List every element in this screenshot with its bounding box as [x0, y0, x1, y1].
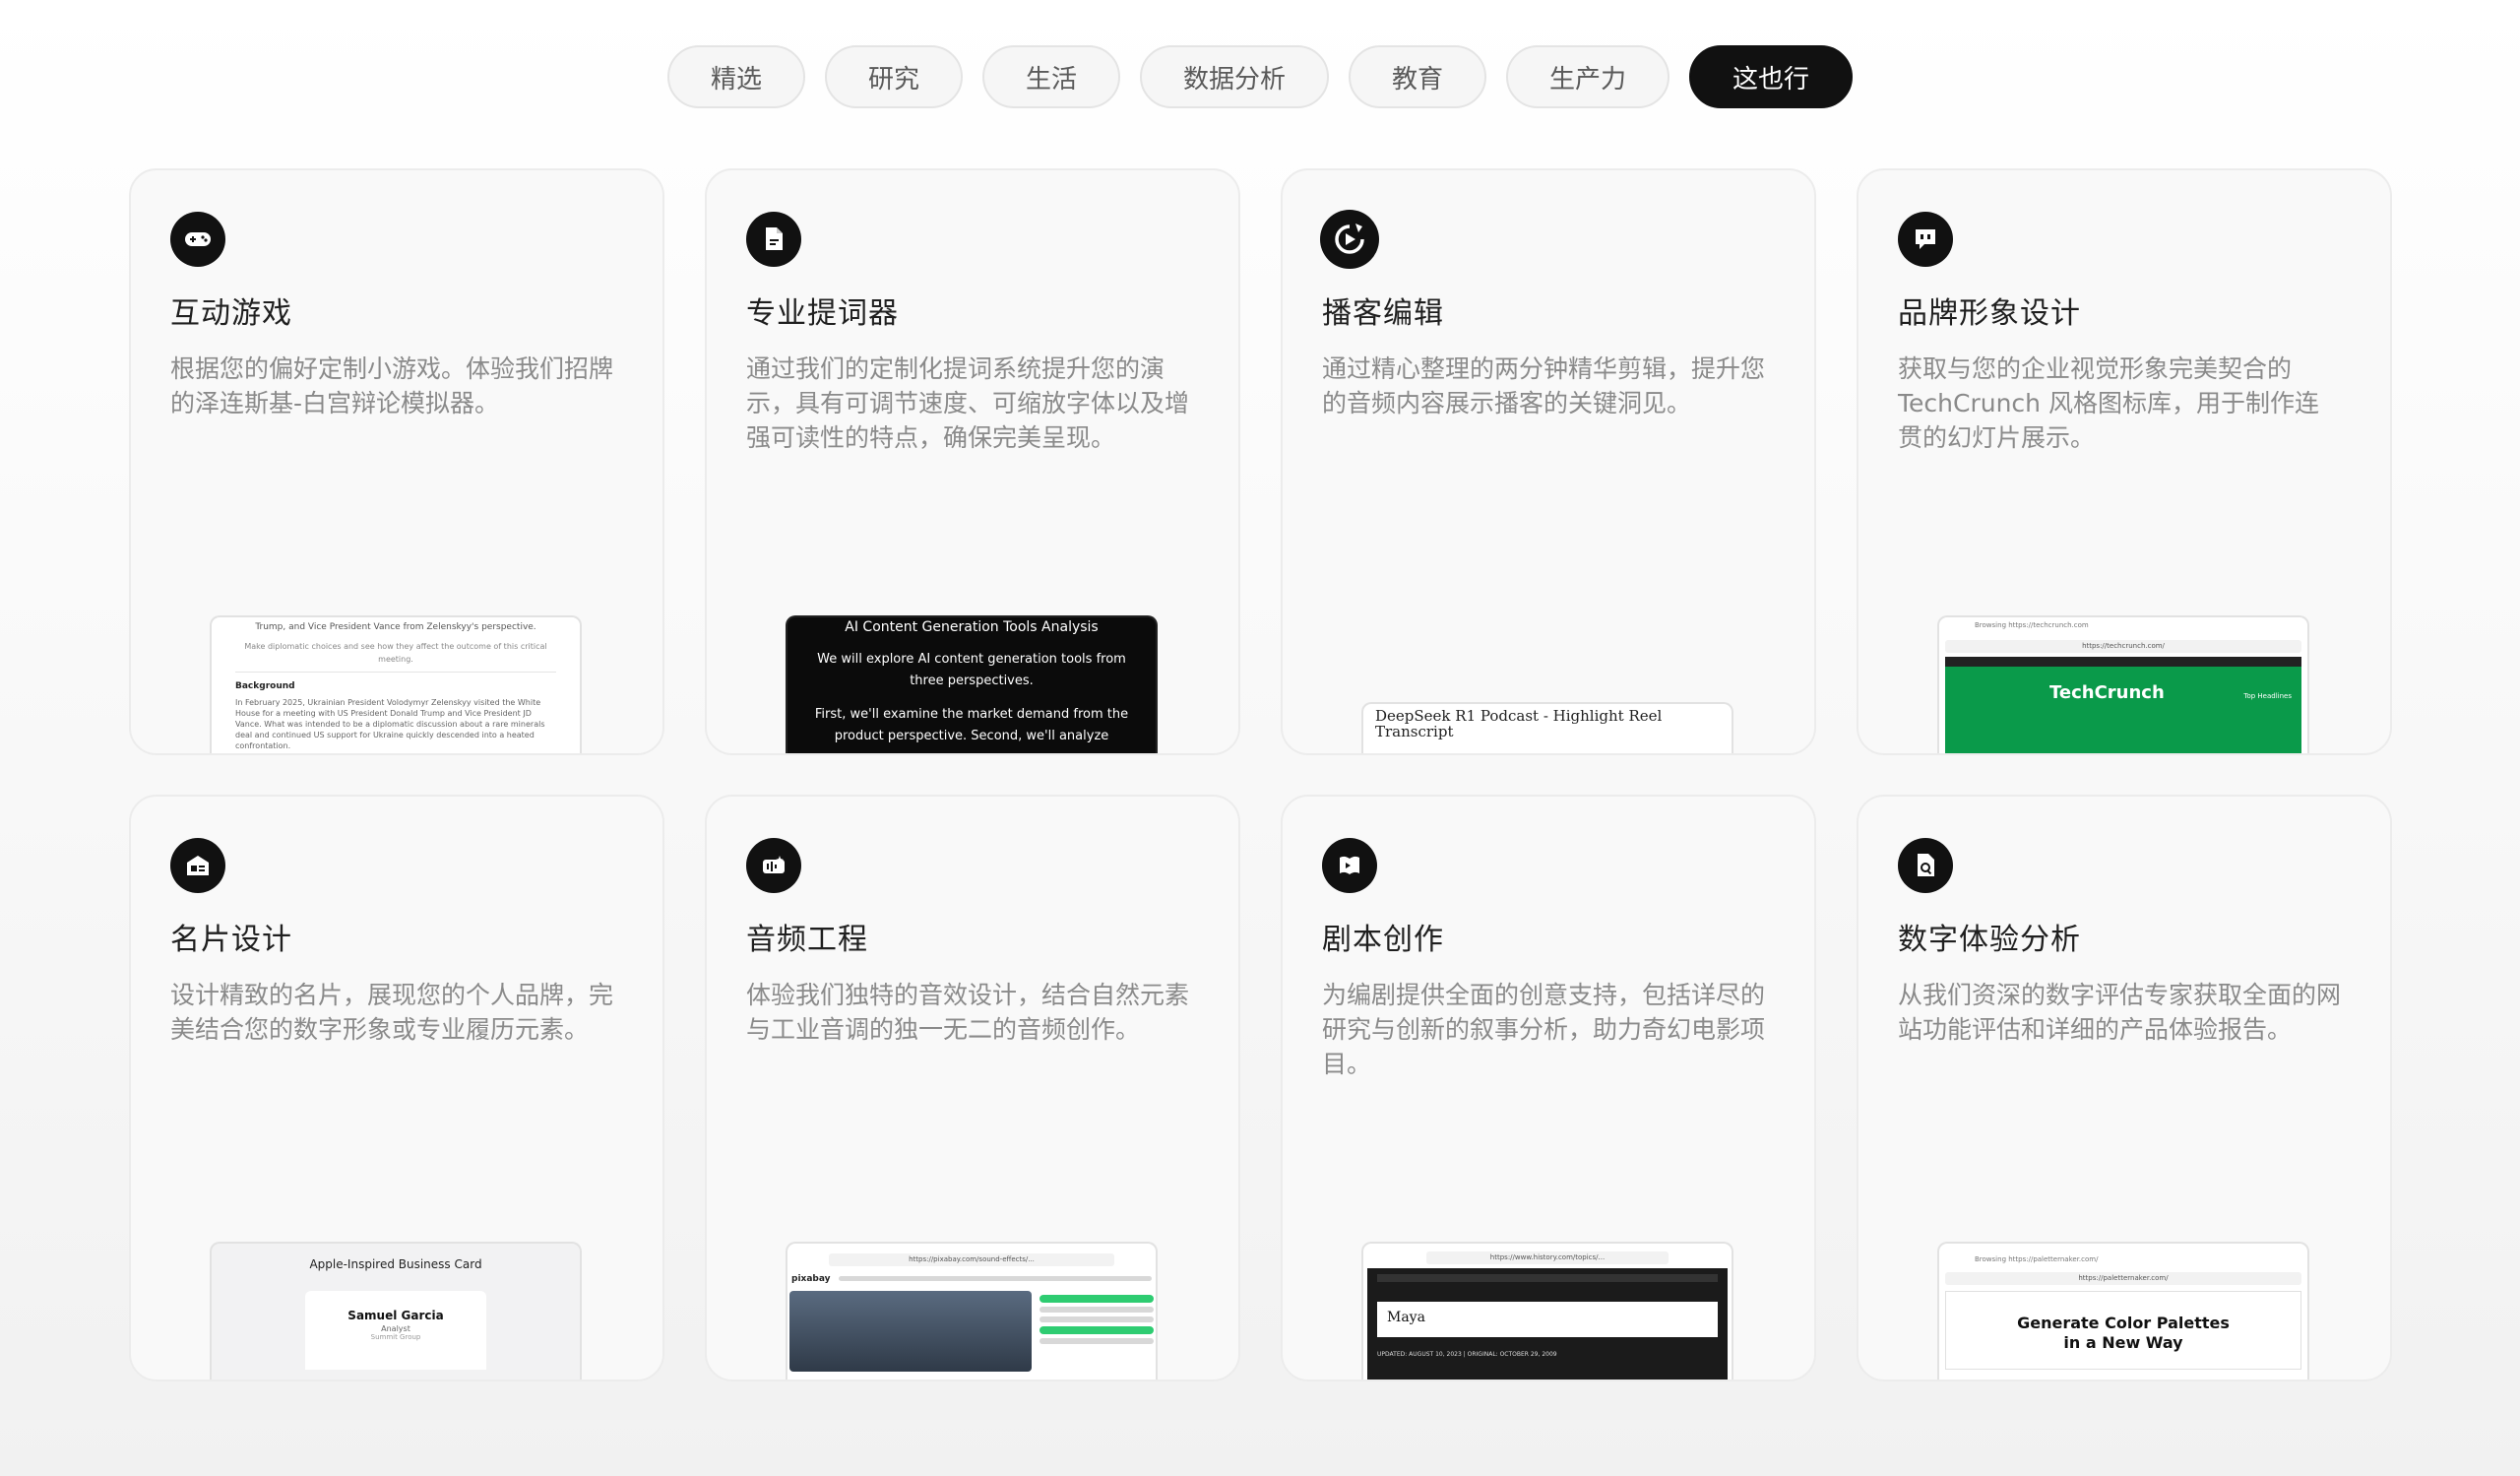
gamepad-icon [170, 212, 225, 267]
card-business-card[interactable]: 名片设计 设计精致的名片，展现您的个人品牌，完美结合您的数字形象或专业履历元素。… [129, 795, 664, 1381]
preview-title: AI Content Generation Tools Analysis [845, 619, 1099, 635]
card-description: 为编剧提供全面的创意支持，包括详尽的研究与创新的叙事分析，助力奇幻电影项目。 [1322, 981, 1766, 1078]
card-description: 获取与您的企业视觉形象完美契合的TechCrunch 风格图标库，用于制作连贯的… [1898, 354, 2319, 452]
card-preview-image: https://www.history.com/topics/... Maya … [1361, 1242, 1733, 1380]
preview-browsing: Browsing https://techcrunch.com [1975, 621, 2089, 629]
card-title: 互动游戏 [170, 296, 292, 331]
preview-paragraph: We will explore AI content generation to… [817, 652, 1126, 688]
card-title: 音频工程 [746, 923, 868, 957]
preview-body: In February 2025, Ukrainian President Vo… [235, 698, 545, 750]
card-description: 通过精心整理的两分钟精华剪辑，提升您的音频内容展示播客的关键洞见。 [1322, 354, 1766, 417]
preview-line: Trump, and Vice President Vance from Zel… [255, 622, 536, 632]
preview-meta: UPDATED: AUGUST 10, 2023 | ORIGINAL: OCT… [1377, 1351, 1557, 1358]
card-title: 播客编辑 [1322, 296, 1444, 331]
card-preview-image: Trump, and Vice President Vance from Zel… [210, 615, 582, 753]
preview-url: https://techcrunch.com/ [1945, 640, 2301, 653]
preview-logo: TechCrunch [2049, 682, 2165, 703]
card-title: 名片设计 [170, 923, 292, 957]
document-pen-icon [746, 212, 801, 267]
preview-paragraph: First, we'll examine the market demand f… [814, 707, 1129, 743]
preview-name: Samuel Garcia [347, 1309, 444, 1322]
card-description: 体验我们独特的音效设计，结合自然元素与工业音调的独一无二的音频创作。 [746, 981, 1190, 1044]
script-book-icon [1322, 838, 1377, 893]
preview-heading: Background [235, 681, 295, 691]
refresh-play-icon [1320, 210, 1379, 269]
preview-side: Top Headlines [2243, 692, 2292, 700]
card-interactive-game[interactable]: 互动游戏 根据您的偏好定制小游戏。体验我们招牌的泽连斯基-白宫辩论模拟器。 Tr… [129, 168, 664, 755]
card-preview-image: DeepSeek R1 Podcast - Highlight Reel Tra… [1361, 702, 1733, 753]
card-preview-image: AI Content Generation Tools Analysis We … [786, 615, 1158, 753]
card-preview-image: Apple-Inspired Business Card Samuel Garc… [210, 1242, 582, 1380]
preview-name: Maya [1377, 1302, 1718, 1337]
preview-url: https://pixabay.com/sound-effects/... [829, 1253, 1114, 1266]
card-title: 品牌形象设计 [1898, 296, 2081, 331]
preview-logo: pixabay [791, 1273, 831, 1284]
preview-url: https://www.history.com/topics/... [1426, 1251, 1669, 1264]
card-title: 数字体验分析 [1898, 923, 2081, 957]
chat-brand-icon [1898, 212, 1953, 267]
preview-headline: in a New Way [2063, 1333, 2183, 1352]
preview-headline: Generate Color Palettes [2017, 1314, 2230, 1332]
tab-data-analysis[interactable]: 数据分析 [1139, 45, 1329, 108]
card-teleprompter[interactable]: 专业提词器 通过我们的定制化提词系统提升您的演示，具有可调节速度、可缩放字体以及… [705, 168, 1240, 755]
tab-research[interactable]: 研究 [824, 45, 963, 108]
category-tabs: 精选 研究 生活 数据分析 教育 生产力 这也行 [0, 45, 2520, 108]
preview-url: https://paletternaker.com/ [1945, 1272, 2301, 1285]
card-description: 从我们资深的数字评估专家获取全面的网站功能评估和详细的产品体验报告。 [1898, 981, 2342, 1044]
card-description: 设计精致的名片，展现您的个人品牌，完美结合您的数字形象或专业履历元素。 [170, 981, 614, 1044]
preview-browsing: Browsing https://paletternaker.com/ [1975, 1255, 2099, 1263]
card-screenwriting[interactable]: 剧本创作 为编剧提供全面的创意支持，包括详尽的研究与创新的叙事分析，助力奇幻电影… [1281, 795, 1816, 1381]
business-card-icon [170, 838, 225, 893]
card-title: 剧本创作 [1322, 923, 1444, 957]
preview-org: Summit Group [370, 1333, 421, 1341]
tab-productivity[interactable]: 生产力 [1506, 45, 1670, 108]
preview-title: DeepSeek R1 Podcast - Highlight Reel Tra… [1375, 707, 1663, 740]
tab-this-works-too[interactable]: 这也行 [1689, 45, 1854, 108]
tab-education[interactable]: 教育 [1349, 45, 1487, 108]
card-audio-engineering[interactable]: 音频工程 体验我们独特的音效设计，结合自然元素与工业音调的独一无二的音频创作。 … [705, 795, 1240, 1381]
card-digital-experience-analysis[interactable]: 数字体验分析 从我们资深的数字评估专家获取全面的网站功能评估和详细的产品体验报告… [1857, 795, 2392, 1381]
use-case-grid: 互动游戏 根据您的偏好定制小游戏。体验我们招牌的泽连斯基-白宫辩论模拟器。 Tr… [129, 168, 2392, 1381]
preview-role: Analyst [381, 1324, 410, 1333]
card-description: 通过我们的定制化提词系统提升您的演示，具有可调节速度、可缩放字体以及增强可读性的… [746, 354, 1190, 452]
card-podcast-editing[interactable]: 播客编辑 通过精心整理的两分钟精华剪辑，提升您的音频内容展示播客的关键洞见。 D… [1281, 168, 1816, 755]
card-description: 根据您的偏好定制小游戏。体验我们招牌的泽连斯基-白宫辩论模拟器。 [170, 354, 614, 417]
doc-search-icon [1898, 838, 1953, 893]
card-preview-image: https://pixabay.com/sound-effects/... pi… [786, 1242, 1158, 1380]
card-title: 专业提词器 [746, 296, 899, 331]
card-preview-image: Browsing https://paletternaker.com/ http… [1937, 1242, 2309, 1380]
card-brand-design[interactable]: 品牌形象设计 获取与您的企业视觉形象完美契合的TechCrunch 风格图标库，… [1857, 168, 2392, 755]
audio-wave-icon [746, 838, 801, 893]
card-preview-image: Browsing https://techcrunch.com https://… [1937, 615, 2309, 753]
tab-life[interactable]: 生活 [981, 45, 1120, 108]
preview-title: Apple-Inspired Business Card [309, 1257, 482, 1271]
tab-featured[interactable]: 精选 [666, 45, 805, 108]
preview-line: Make diplomatic choices and see how they… [244, 642, 547, 664]
